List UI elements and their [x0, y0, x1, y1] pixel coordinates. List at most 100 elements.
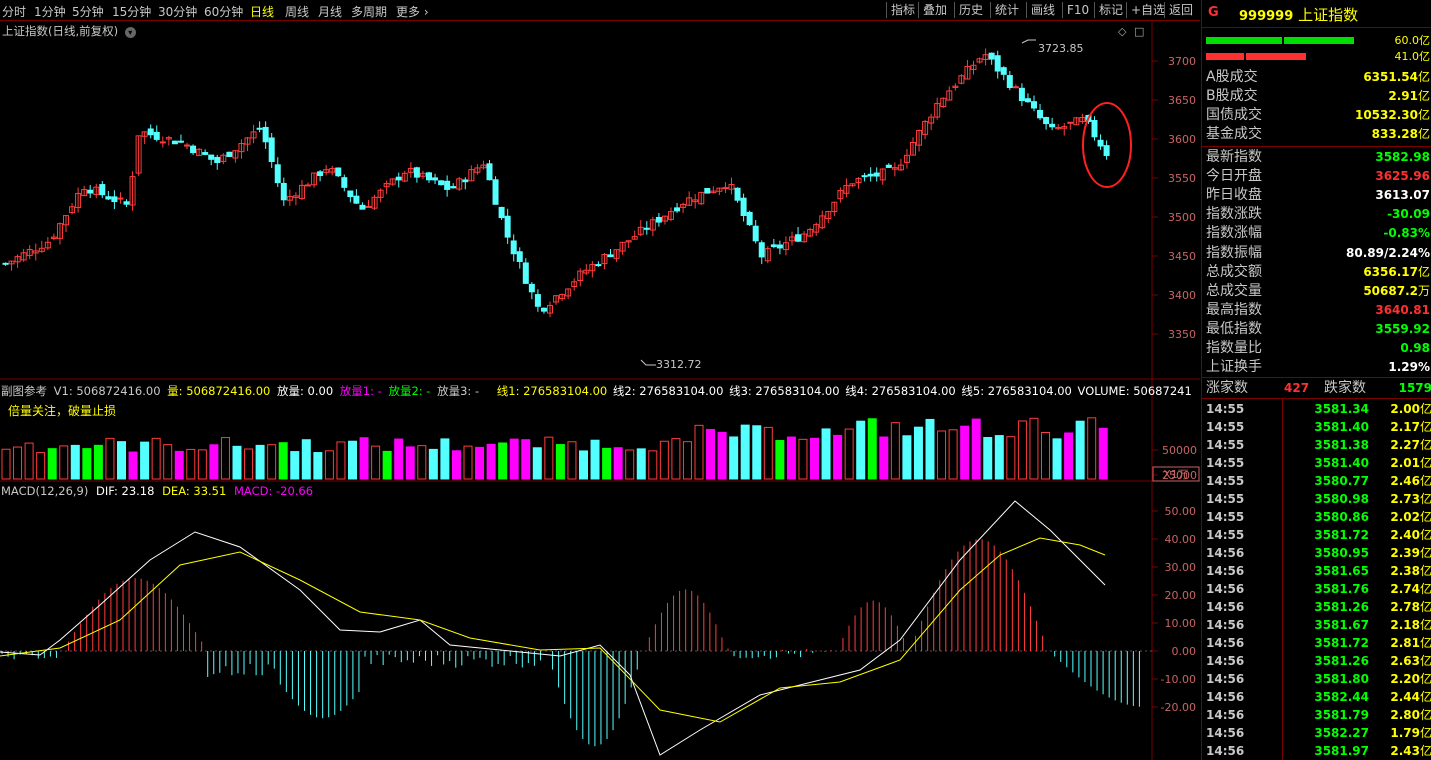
toolbar-button-1[interactable]: 叠加	[918, 2, 951, 18]
tick-row: 14:56 3581.26 2.63亿	[1206, 652, 1431, 670]
candle-body	[758, 242, 765, 258]
turnover-row: 国债成交 10532.30亿	[1206, 106, 1430, 125]
period-tab-9[interactable]: 多周期	[351, 3, 387, 20]
candle-body	[1018, 87, 1025, 102]
candle-body	[861, 175, 868, 178]
turnover-row-label: A股成交	[1206, 69, 1258, 85]
macd-axis-label: 50.00	[1165, 505, 1197, 518]
chevron-down-icon[interactable]: ▾	[124, 27, 136, 38]
square-icon[interactable]: □	[1134, 25, 1144, 38]
main-chart-title[interactable]: 上证指数(日线,前复权) ▾	[2, 23, 136, 39]
volume-bar	[232, 445, 242, 480]
tick-volume: 2.18亿	[1390, 618, 1431, 632]
volume-bar	[24, 442, 34, 480]
period-tab-1[interactable]: 1分钟	[34, 3, 66, 20]
period-tab-4[interactable]: 30分钟	[158, 3, 197, 20]
candle-body	[280, 182, 287, 201]
candle-body	[1031, 101, 1037, 109]
turnover-row-value: 2.91亿	[1388, 89, 1430, 103]
toolbar-button-0[interactable]: 指标	[886, 2, 919, 18]
tick-row: 14:55 3581.34 2.00亿	[1206, 400, 1431, 418]
volume-bar	[1041, 431, 1050, 480]
macd-dea: DEA: 33.51	[162, 484, 227, 498]
period-tab-3[interactable]: 15分钟	[112, 3, 151, 20]
tick-row: 14:56 3582.27 1.79亿	[1206, 724, 1431, 742]
toolbar-button-5[interactable]: F10	[1062, 2, 1093, 18]
diamond-icon[interactable]: ◇	[1118, 25, 1126, 38]
stat-row-value: 0.98	[1400, 341, 1430, 355]
candle-body	[1000, 67, 1007, 75]
volume-liang: 量: 506872416.00	[167, 384, 271, 398]
period-tab-5[interactable]: 60分钟	[204, 3, 243, 20]
period-tab-8[interactable]: 月线	[318, 3, 342, 20]
volume-bar	[440, 438, 450, 480]
tick-volume: 2.63亿	[1390, 654, 1431, 668]
volume-bar	[405, 446, 415, 480]
toolbar-button-6[interactable]: 标记	[1094, 2, 1127, 18]
price-axis-label: 3400	[1168, 289, 1196, 302]
candle-body	[674, 207, 681, 212]
turnover-row: A股成交 6351.54亿	[1206, 68, 1430, 87]
candle-body	[214, 156, 221, 164]
volume-bar	[105, 437, 115, 480]
toolbar-button-8[interactable]: 返回	[1164, 2, 1197, 18]
volume-bar	[694, 424, 704, 480]
candle-body	[438, 180, 445, 186]
macd-axis-label: 40.00	[1165, 533, 1197, 546]
stat-row-label: 昨日收盘	[1206, 187, 1262, 204]
tick-volume: 2.73亿	[1390, 492, 1431, 506]
volume-bar	[290, 451, 300, 480]
stat-row-value: 3582.98	[1375, 150, 1430, 164]
tick-price: 3581.72	[1314, 528, 1369, 542]
volume-bar	[371, 445, 381, 480]
sell-bar-2	[1246, 53, 1306, 60]
tick-volume: 2.46亿	[1390, 474, 1431, 488]
volume-bar	[451, 450, 461, 480]
tick-row: 14:56 3581.65 2.38亿	[1206, 562, 1431, 580]
macd-indicator-name[interactable]: MACD(12,26,9)	[1, 484, 88, 498]
period-tab-2[interactable]: 5分钟	[72, 3, 104, 20]
toolbar-button-7[interactable]: +自选	[1126, 2, 1169, 18]
candle-body	[770, 244, 777, 248]
volume-x3: 线3: 276583104.00	[729, 384, 840, 398]
period-tab-10[interactable]: 更多 ›	[396, 3, 429, 20]
tick-time: 14:55	[1206, 456, 1245, 470]
volume-axis-label: 50000	[1162, 444, 1197, 457]
tick-price: 3581.80	[1314, 672, 1369, 686]
period-tab-6[interactable]: 日线	[250, 3, 274, 20]
candle-body	[1091, 120, 1098, 138]
candle-body	[643, 227, 650, 230]
tick-price: 3581.26	[1314, 600, 1369, 614]
stat-row: 最高指数 3640.81	[1206, 301, 1430, 320]
tick-price: 3581.38	[1314, 438, 1369, 452]
tick-row: 14:56 3581.76 2.74亿	[1206, 580, 1431, 598]
stat-row-label: 今日开盘	[1206, 168, 1262, 185]
candle-body	[256, 127, 263, 130]
volume-indicator-name[interactable]: 副图参考	[1, 384, 47, 398]
tick-volume: 2.80亿	[1390, 708, 1431, 722]
stat-row-value: 3640.81	[1375, 302, 1430, 317]
toolbar-button-4[interactable]: 画线	[1026, 2, 1059, 18]
volume-bar	[810, 437, 819, 480]
period-tab-0[interactable]: 分时	[2, 3, 26, 20]
tick-volume: 2.74亿	[1390, 582, 1431, 596]
tick-time: 14:56	[1206, 582, 1245, 596]
volume-bar	[1075, 420, 1085, 480]
candle-body	[171, 140, 178, 145]
candle-body	[1012, 86, 1019, 89]
toolbar-button-2[interactable]: 历史	[954, 2, 987, 18]
volume-bar	[463, 445, 473, 480]
candle-body	[486, 163, 493, 181]
tick-price: 3581.34	[1314, 402, 1369, 416]
period-tab-7[interactable]: 周线	[285, 3, 309, 20]
stat-row-label: 总成交额	[1206, 263, 1262, 280]
candle-body	[1049, 123, 1056, 128]
candle-body	[184, 144, 190, 147]
macd-axis-label: 0.00	[1172, 645, 1197, 658]
candle-body	[867, 173, 874, 177]
candle-body	[153, 131, 160, 140]
candle-body	[1097, 139, 1104, 147]
toolbar-button-3[interactable]: 统计	[990, 2, 1023, 18]
tick-row: 14:55 3581.40 2.17亿	[1206, 418, 1431, 436]
price-axis-label: 3550	[1168, 172, 1196, 185]
